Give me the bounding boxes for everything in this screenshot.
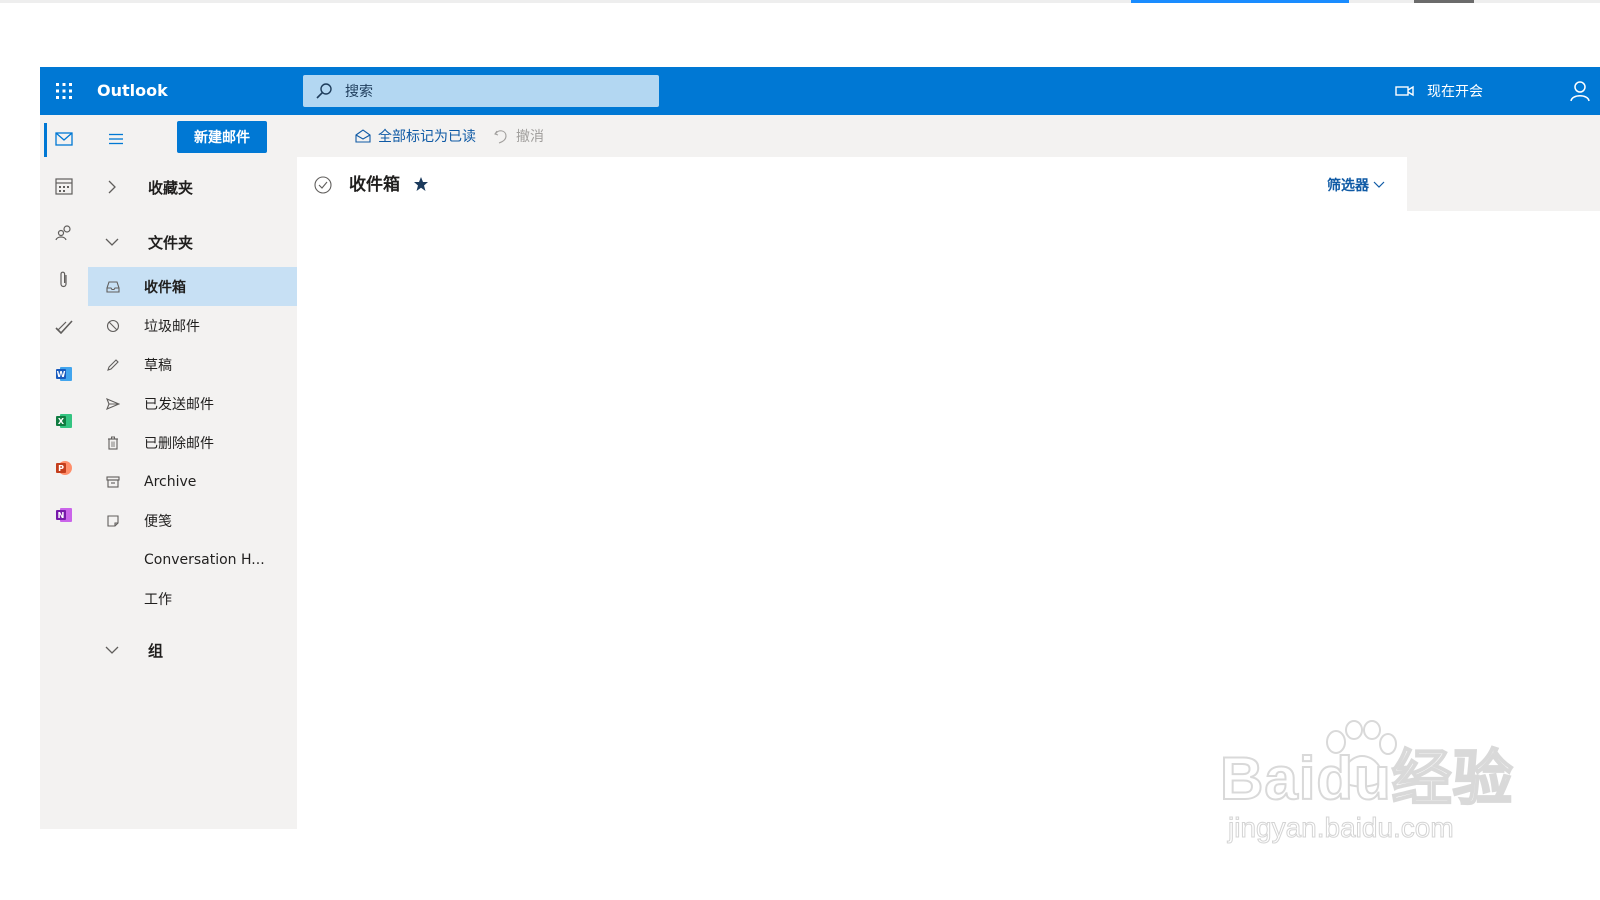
sent-icon bbox=[105, 396, 121, 412]
chevron-right-icon bbox=[102, 177, 122, 197]
filter-dropdown[interactable]: 筛选器 bbox=[1327, 157, 1385, 213]
todo-icon[interactable] bbox=[50, 313, 78, 341]
folder-title: 收件箱 bbox=[349, 175, 400, 195]
inbox-icon bbox=[105, 279, 121, 295]
video-camera-icon bbox=[1395, 82, 1417, 100]
svg-text:X: X bbox=[58, 417, 65, 426]
folder-label: 垃圾邮件 bbox=[144, 318, 200, 335]
mark-all-read-label: 全部标记为已读 bbox=[378, 129, 476, 145]
chevron-down-icon bbox=[1373, 179, 1385, 191]
watermark-logo-text: Baidu经验 bbox=[1219, 744, 1514, 813]
svg-text:N: N bbox=[58, 511, 65, 520]
svg-text:P: P bbox=[58, 464, 64, 473]
rail-selection-indicator bbox=[44, 123, 47, 157]
watermark-url: jingyan.baidu.com bbox=[1228, 812, 1455, 844]
reading-pane-edge bbox=[1407, 157, 1600, 211]
folders-label: 文件夹 bbox=[148, 233, 194, 252]
archive-icon bbox=[105, 474, 121, 490]
folder-label: 便笺 bbox=[144, 513, 172, 530]
app-title[interactable]: Outlook bbox=[97, 67, 168, 115]
mail-icon[interactable] bbox=[50, 125, 78, 153]
people-icon[interactable] bbox=[50, 219, 78, 247]
filter-label: 筛选器 bbox=[1327, 178, 1369, 194]
powerpoint-icon[interactable]: P bbox=[50, 454, 78, 482]
hamburger-menu-icon[interactable] bbox=[102, 125, 130, 153]
meet-now-label: 现在开会 bbox=[1427, 84, 1483, 100]
trash-icon bbox=[105, 435, 121, 451]
search-input[interactable]: 搜索 bbox=[345, 81, 373, 101]
active-tab-indicator bbox=[1131, 0, 1349, 3]
calendar-icon[interactable] bbox=[50, 172, 78, 200]
search-box[interactable]: 搜索 bbox=[303, 75, 659, 107]
note-icon bbox=[105, 513, 121, 529]
browser-top-strip bbox=[0, 0, 1600, 3]
chevron-down-icon bbox=[102, 232, 122, 252]
command-bar: 全部标记为已读 撤消 bbox=[344, 115, 1600, 157]
app-launcher-icon[interactable] bbox=[52, 79, 76, 103]
attachment-icon[interactable] bbox=[50, 266, 78, 294]
search-icon bbox=[315, 81, 335, 101]
groups-label: 组 bbox=[148, 641, 164, 660]
undo-icon bbox=[492, 127, 510, 145]
select-all-checkbox-icon[interactable] bbox=[313, 175, 333, 195]
onenote-icon[interactable]: N bbox=[50, 501, 78, 529]
new-mail-button[interactable]: 新建邮件 bbox=[177, 121, 267, 153]
mark-all-read-button[interactable]: 全部标记为已读 bbox=[354, 115, 476, 157]
folder-label: 草稿 bbox=[144, 357, 172, 374]
folder-label: Conversation H... bbox=[144, 551, 265, 568]
folder-label: 已删除邮件 bbox=[144, 435, 214, 452]
drafts-pencil-icon bbox=[105, 357, 121, 373]
tab-indicator bbox=[1414, 0, 1474, 3]
word-icon[interactable]: W bbox=[50, 360, 78, 388]
top-bar: Outlook 搜索 现在开会 bbox=[40, 67, 1600, 115]
message-list-header: 收件箱 筛选器 bbox=[297, 157, 1407, 213]
excel-icon[interactable]: X bbox=[50, 407, 78, 435]
undo-button[interactable]: 撤消 bbox=[492, 115, 544, 157]
folder-label: Archive bbox=[144, 473, 197, 490]
folder-label: 收件箱 bbox=[144, 279, 186, 296]
junk-icon bbox=[105, 318, 121, 334]
open-envelope-icon bbox=[354, 127, 372, 145]
svg-text:W: W bbox=[57, 370, 66, 379]
account-avatar-icon[interactable] bbox=[1568, 79, 1592, 103]
folder-label: 已发送邮件 bbox=[144, 396, 214, 413]
favorites-label: 收藏夹 bbox=[148, 178, 194, 197]
favorite-star-icon[interactable] bbox=[411, 174, 431, 194]
chevron-down-icon bbox=[102, 640, 122, 660]
outlook-app: Outlook 搜索 现在开会 W X P N 新建邮件 收藏夹 文件夹 收件箱… bbox=[40, 67, 1600, 829]
meet-now-button[interactable]: 现在开会 bbox=[1395, 67, 1483, 115]
baidu-watermark: Baidu经验 jingyan.baidu.com bbox=[1219, 720, 1520, 870]
undo-label: 撤消 bbox=[516, 129, 544, 145]
folder-label: 工作 bbox=[144, 591, 172, 608]
app-rail: W X P N bbox=[40, 115, 89, 829]
